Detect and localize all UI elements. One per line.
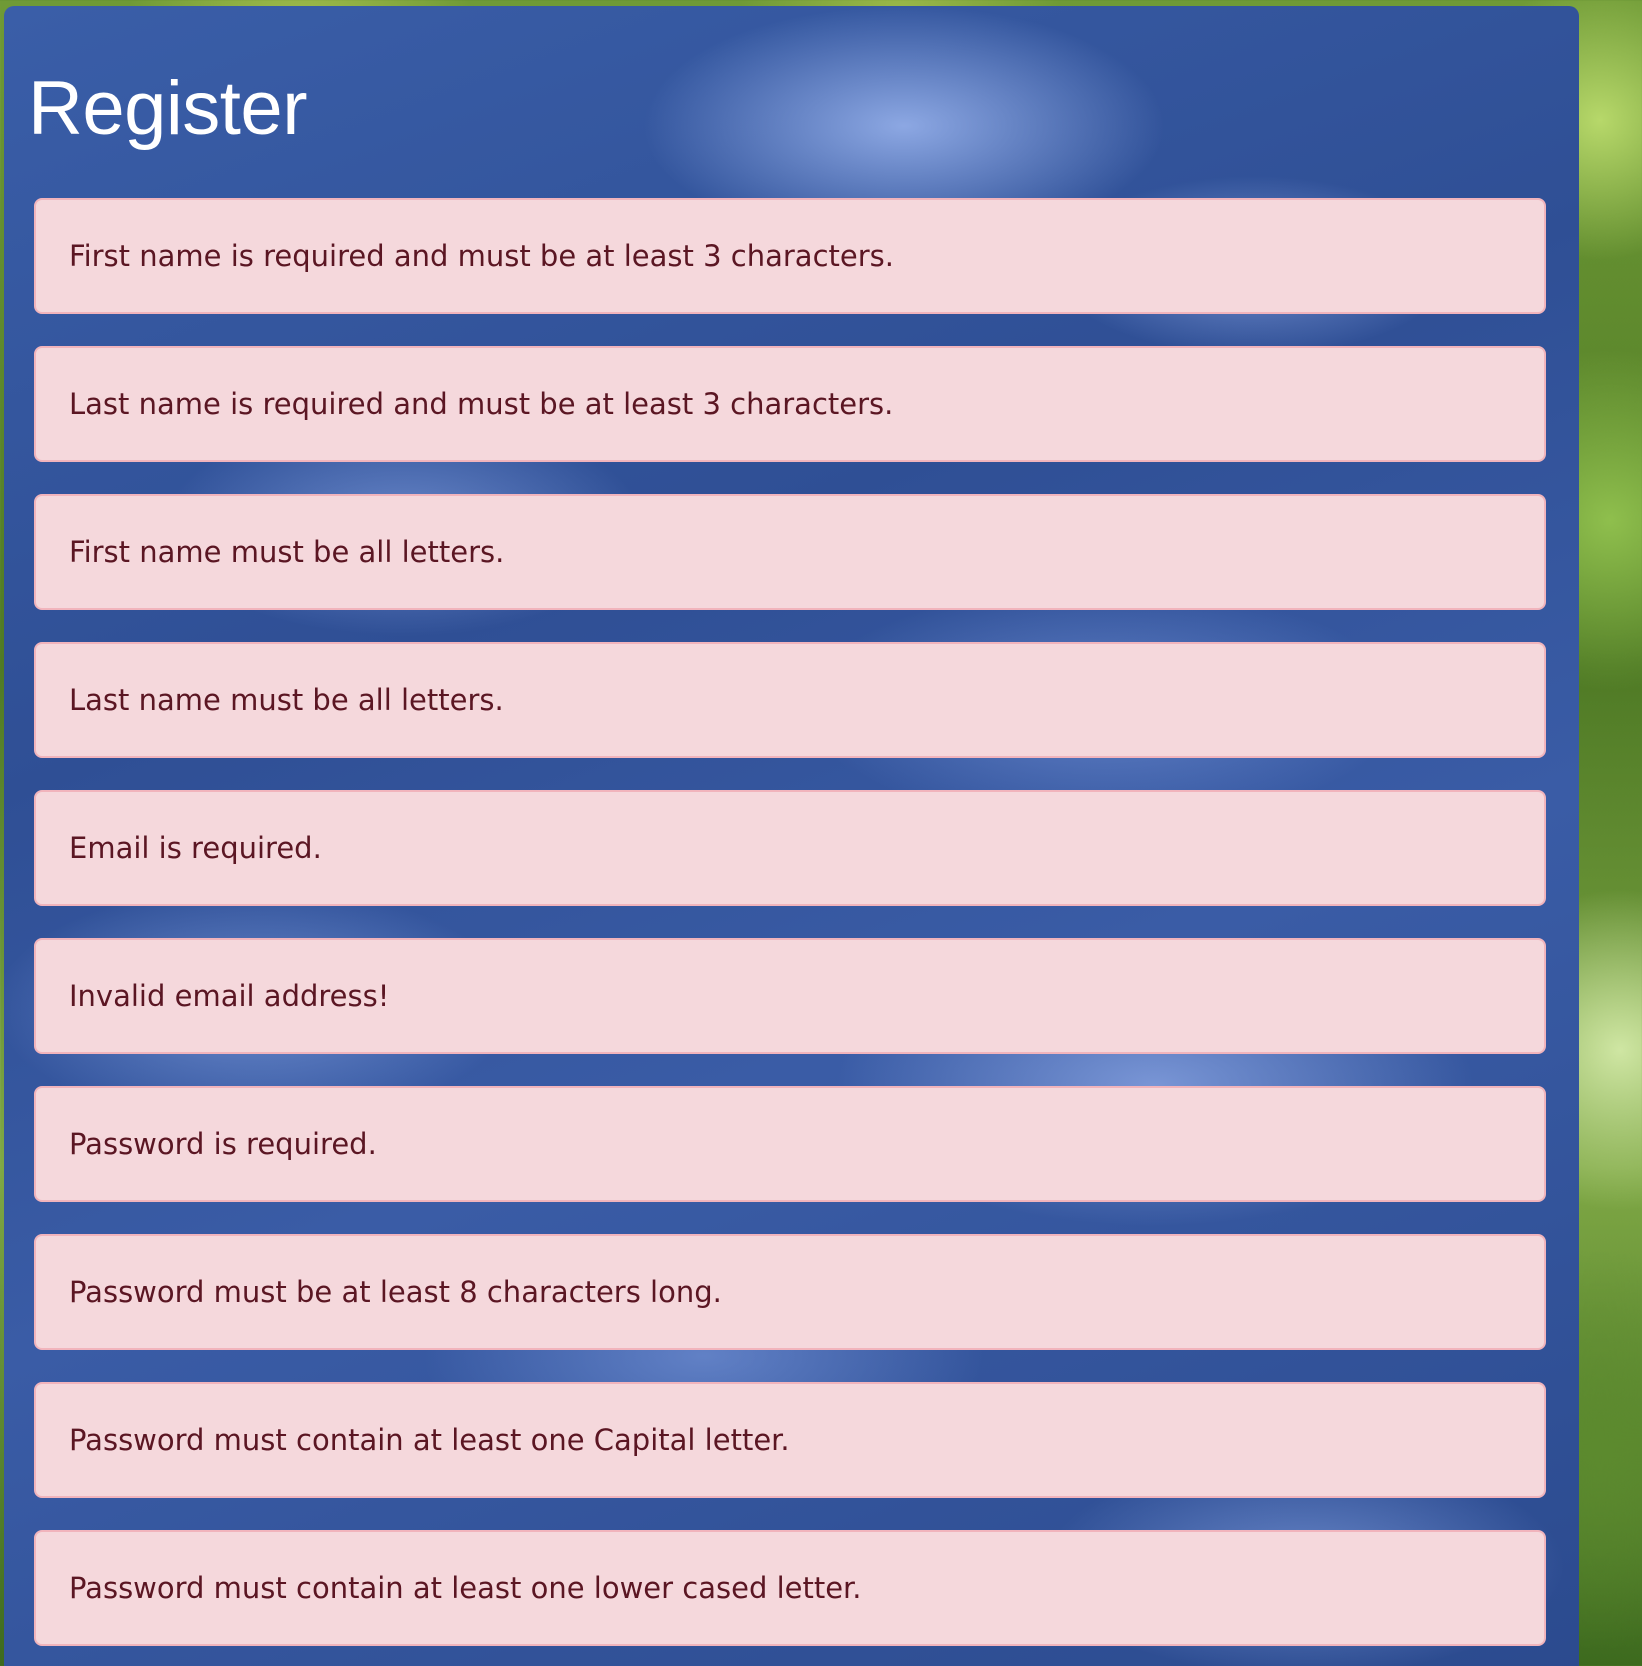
error-alert-first-name-letters: First name must be all letters.	[34, 494, 1546, 610]
alert-message: Last name is required and must be at lea…	[69, 387, 894, 421]
alert-message: First name must be all letters.	[69, 535, 505, 569]
alert-message: Last name must be all letters.	[69, 683, 504, 717]
error-alert-password-length: Password must be at least 8 characters l…	[34, 1234, 1546, 1350]
alert-message: Password must be at least 8 characters l…	[69, 1275, 722, 1309]
error-alert-email-invalid: Invalid email address!	[34, 938, 1546, 1054]
error-alert-password-required: Password is required.	[34, 1086, 1546, 1202]
register-panel: Register First name is required and must…	[4, 6, 1579, 1666]
alert-message: Password must contain at least one Capit…	[69, 1423, 790, 1457]
error-alert-email-required: Email is required.	[34, 790, 1546, 906]
alert-message: Password must contain at least one lower…	[69, 1571, 862, 1605]
alert-message: Password is required.	[69, 1127, 377, 1161]
alert-message: First name is required and must be at le…	[69, 239, 894, 273]
alert-message: Invalid email address!	[69, 979, 390, 1013]
error-alert-last-name-letters: Last name must be all letters.	[34, 642, 1546, 758]
error-alert-first-name-required: First name is required and must be at le…	[34, 198, 1546, 314]
error-alert-password-lowercase: Password must contain at least one lower…	[34, 1530, 1546, 1646]
page-title: Register	[28, 66, 308, 151]
validation-error-list: First name is required and must be at le…	[34, 198, 1546, 1666]
error-alert-password-capital: Password must contain at least one Capit…	[34, 1382, 1546, 1498]
error-alert-last-name-required: Last name is required and must be at lea…	[34, 346, 1546, 462]
alert-message: Email is required.	[69, 831, 322, 865]
